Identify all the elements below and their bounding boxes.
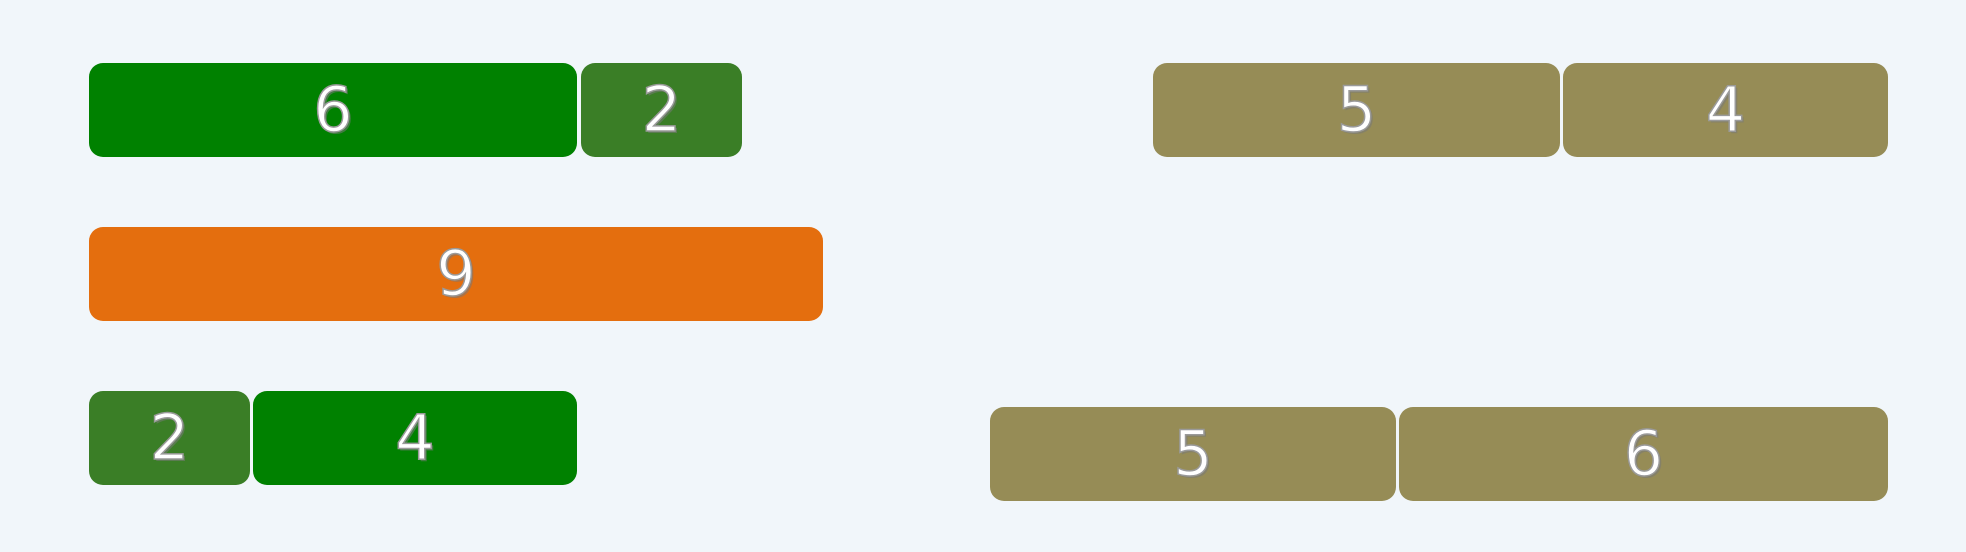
tile-right-row2-b[interactable]: 6 (1399, 407, 1888, 501)
tile-left-row2-a[interactable]: 9 (89, 227, 823, 321)
tile-right-row1-b[interactable]: 4 (1563, 63, 1888, 157)
tile-value: 4 (1705, 73, 1746, 146)
tile-right-row2-a[interactable]: 5 (990, 407, 1396, 501)
tile-value: 9 (436, 237, 477, 310)
tile-value: 2 (149, 401, 190, 474)
tile-value: 5 (1336, 73, 1377, 146)
tile-left-row1-a[interactable]: 6 (89, 63, 577, 157)
tile-value: 5 (1173, 417, 1214, 490)
tile-value: 6 (1623, 417, 1664, 490)
tile-value: 2 (641, 73, 682, 146)
tile-left-row1-b[interactable]: 2 (581, 63, 742, 157)
tile-left-row3-a[interactable]: 2 (89, 391, 250, 485)
tile-value: 6 (313, 73, 354, 146)
tile-right-row1-a[interactable]: 5 (1153, 63, 1560, 157)
tile-value: 4 (395, 401, 436, 474)
tile-left-row3-b[interactable]: 4 (253, 391, 577, 485)
game-board: 6 2 9 2 4 5 4 5 6 (0, 0, 1966, 552)
